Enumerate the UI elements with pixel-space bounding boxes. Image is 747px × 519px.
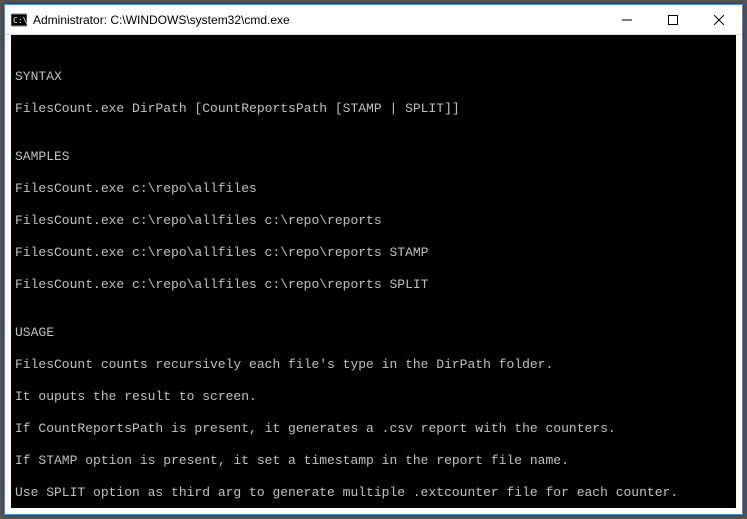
svg-text:C:\: C:\ — [13, 16, 27, 25]
terminal-output[interactable]: SYNTAX FilesCount.exe DirPath [CountRepo… — [11, 35, 736, 508]
output-line: Use SPLIT option as third arg to generat… — [15, 485, 732, 501]
minimize-button[interactable] — [604, 5, 650, 34]
maximize-button[interactable] — [650, 5, 696, 34]
output-line: If STAMP option is present, it set a tim… — [15, 453, 732, 469]
output-line: FilesCount.exe c:\repo\allfiles c:\repo\… — [15, 245, 732, 261]
cmd-icon: C:\ — [11, 12, 27, 28]
output-line: If CountReportsPath is present, it gener… — [15, 421, 732, 437]
window-title: Administrator: C:\WINDOWS\system32\cmd.e… — [33, 13, 604, 27]
cmd-window: C:\ Administrator: C:\WINDOWS\system32\c… — [4, 4, 743, 515]
output-line: FilesCount counts recursively each file'… — [15, 357, 732, 373]
output-line: It ouputs the result to screen. — [15, 389, 732, 405]
output-line: SAMPLES — [15, 149, 732, 165]
output-line: FilesCount.exe c:\repo\allfiles — [15, 181, 732, 197]
output-line: USAGE — [15, 325, 732, 341]
output-line: SYNTAX — [15, 69, 732, 85]
titlebar[interactable]: C:\ Administrator: C:\WINDOWS\system32\c… — [5, 5, 742, 35]
close-button[interactable] — [696, 5, 742, 34]
output-line: FilesCount.exe c:\repo\allfiles c:\repo\… — [15, 277, 732, 293]
window-controls — [604, 5, 742, 34]
output-line: FilesCount.exe c:\repo\allfiles c:\repo\… — [15, 213, 732, 229]
output-line: FilesCount.exe DirPath [CountReportsPath… — [15, 101, 732, 117]
